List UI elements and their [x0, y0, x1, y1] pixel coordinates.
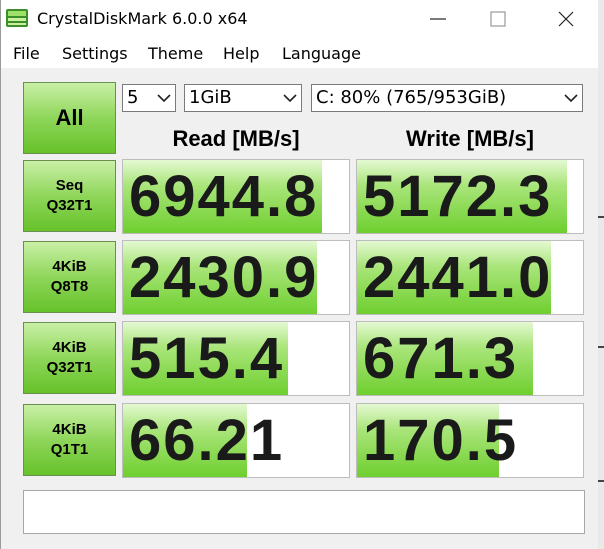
menu-file[interactable]: File — [13, 44, 40, 63]
comment-field[interactable] — [23, 490, 585, 534]
crystaldiskmark-app-icon — [6, 9, 28, 27]
write-result-4kib-q8t8: 2441.0 — [356, 240, 584, 315]
all-tests-button[interactable]: All — [23, 82, 116, 154]
maximize-button[interactable] — [475, 0, 521, 38]
read-column-header: Read [MB/s] — [172, 126, 300, 151]
test-queue-label: Q1T1 — [50, 441, 89, 458]
test-type-label: 4KiB — [52, 339, 87, 356]
minimize-icon — [430, 18, 446, 20]
read-value: 66.21 — [129, 408, 285, 473]
test-button-4kib-q8t8[interactable]: 4KiB Q8T8 — [23, 241, 116, 313]
test-button-4kib-q1t1[interactable]: 4KiB Q1T1 — [23, 404, 116, 476]
read-value: 515.4 — [129, 326, 285, 391]
chevron-down-icon — [157, 94, 171, 103]
test-size-value: 1GiB — [189, 87, 232, 108]
title-bar[interactable]: CrystalDiskMark 6.0.0 x64 — [1, 0, 599, 38]
window-title: CrystalDiskMark 6.0.0 x64 — [37, 9, 248, 28]
test-count-select[interactable]: 5 — [122, 84, 176, 112]
test-type-label: Seq — [55, 177, 84, 194]
test-button-seq-q32t1[interactable]: Seq Q32T1 — [23, 160, 116, 232]
read-value: 6944.8 — [129, 164, 319, 229]
minimize-button[interactable] — [415, 0, 461, 38]
chevron-down-icon — [564, 94, 578, 103]
drive-select[interactable]: C: 80% (765/953GiB) — [311, 84, 583, 112]
menu-settings[interactable]: Settings — [62, 44, 128, 63]
write-result-seq-q32t1: 5172.3 — [356, 159, 584, 234]
read-result-seq-q32t1: 6944.8 — [122, 159, 350, 234]
close-icon — [558, 11, 574, 27]
test-type-label: 4KiB — [52, 421, 87, 438]
drive-value: C: 80% (765/953GiB) — [316, 87, 507, 108]
app-window: CrystalDiskMark 6.0.0 x64 File Settings … — [0, 0, 599, 549]
write-value: 5172.3 — [363, 164, 553, 229]
read-value: 2430.9 — [129, 245, 319, 310]
chevron-down-icon — [283, 94, 297, 103]
write-result-4kib-q1t1: 170.5 — [356, 403, 584, 478]
write-column-header: Write [MB/s] — [406, 126, 534, 151]
menu-bar: File Settings Theme Help Language — [1, 38, 599, 68]
test-queue-label: Q8T8 — [50, 278, 89, 295]
read-result-4kib-q32t1: 515.4 — [122, 321, 350, 396]
menu-theme[interactable]: Theme — [148, 44, 203, 63]
menu-language[interactable]: Language — [282, 44, 361, 63]
maximize-icon — [490, 11, 506, 27]
test-size-select[interactable]: 1GiB — [184, 84, 302, 112]
background-window-edge — [598, 0, 604, 549]
test-queue-label: Q32T1 — [46, 359, 93, 376]
background-tick — [598, 216, 604, 218]
write-value: 170.5 — [363, 408, 519, 473]
background-tick — [598, 480, 604, 482]
test-type-label: 4KiB — [52, 258, 87, 275]
write-value: 671.3 — [363, 326, 519, 391]
close-button[interactable] — [543, 0, 589, 38]
write-value: 2441.0 — [363, 245, 553, 310]
write-result-4kib-q32t1: 671.3 — [356, 321, 584, 396]
test-queue-label: Q32T1 — [46, 197, 93, 214]
read-result-4kib-q1t1: 66.21 — [122, 403, 350, 478]
test-count-value: 5 — [127, 87, 139, 108]
test-button-4kib-q32t1[interactable]: 4KiB Q32T1 — [23, 322, 116, 394]
menu-help[interactable]: Help — [223, 44, 259, 63]
read-result-4kib-q8t8: 2430.9 — [122, 240, 350, 315]
background-tick — [598, 346, 604, 348]
